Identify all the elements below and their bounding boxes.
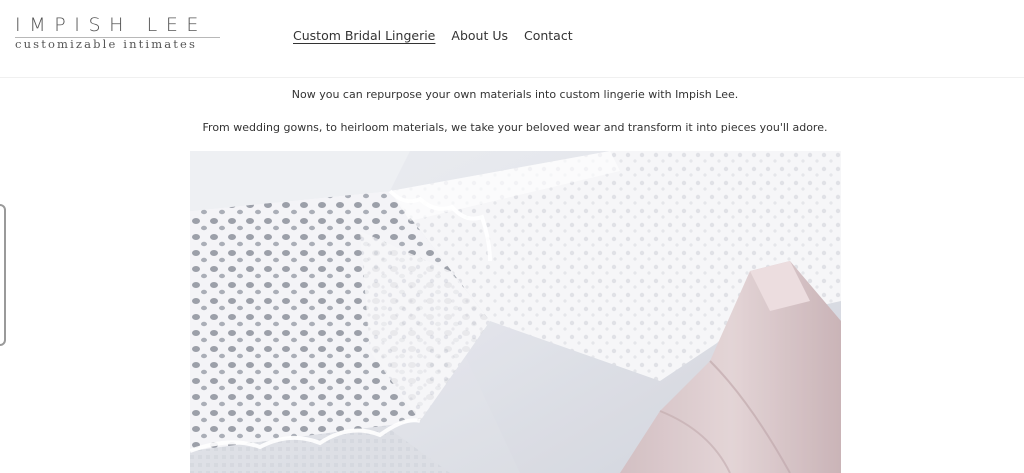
brand-logo[interactable]: IMPISH LEE customizable intimates: [15, 14, 221, 51]
intro-text-line-2: From wedding gowns, to heirloom material…: [202, 121, 828, 134]
lace-and-ribbon-photo: [190, 151, 841, 473]
main-nav: Custom Bridal Lingerie About Us Contact: [293, 28, 589, 43]
side-feedback-tab[interactable]: [0, 204, 6, 346]
hero-image: [190, 151, 841, 473]
nav-link-contact[interactable]: Contact: [524, 28, 573, 43]
nav-link-custom-bridal-lingerie[interactable]: Custom Bridal Lingerie: [293, 28, 435, 43]
site-header: IMPISH LEE customizable intimates Custom…: [0, 0, 1024, 78]
nav-link-about-us[interactable]: About Us: [451, 28, 508, 43]
brand-tagline: customizable intimates: [15, 37, 198, 51]
brand-title: IMPISH LEE: [15, 14, 208, 36]
intro-text-line-1: Now you can repurpose your own materials…: [291, 88, 739, 101]
